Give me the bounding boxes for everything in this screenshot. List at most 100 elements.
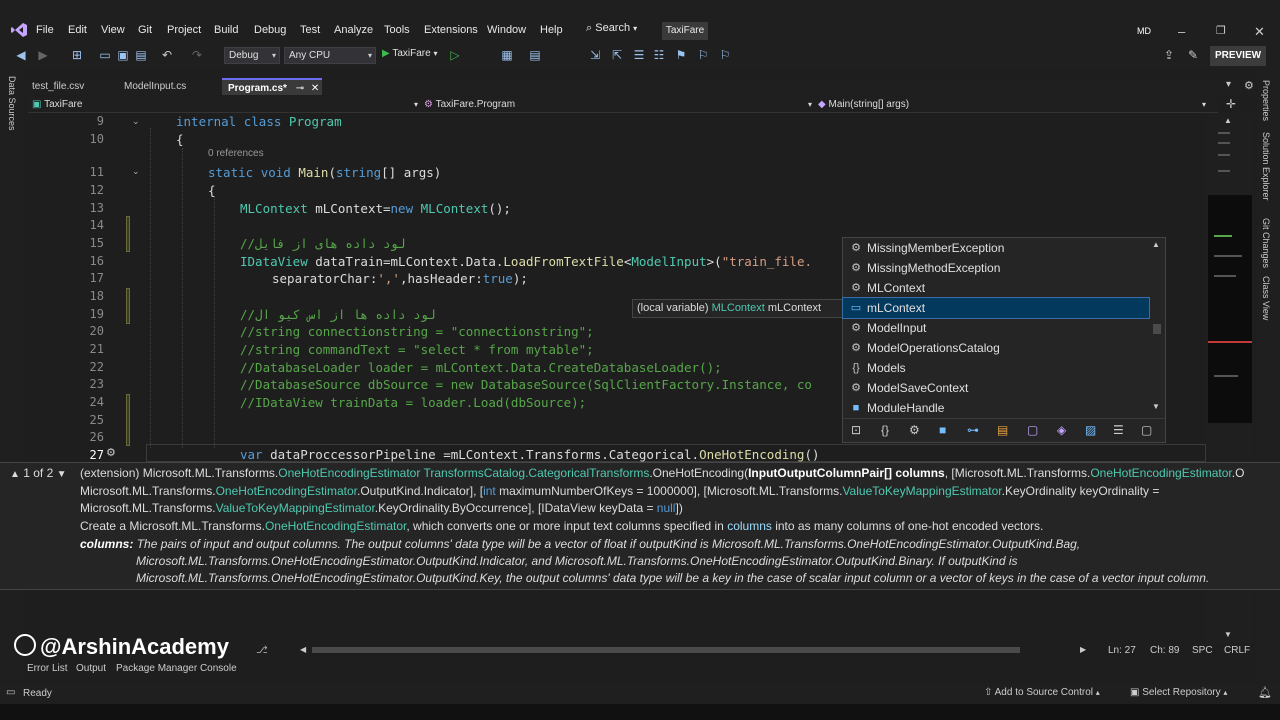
menu-build[interactable]: Build [214,24,238,36]
menu-extensions[interactable]: Extensions [424,24,478,36]
preview-button[interactable]: PREVIEW [1210,46,1266,66]
data-sources-tab[interactable]: Data Sources [7,76,17,131]
menu-project[interactable]: Project [167,24,201,36]
menu-debug[interactable]: Debug [254,24,286,36]
bookmark-icon[interactable]: ⚑ [674,48,688,62]
delegate-filter-icon[interactable]: ▢ [1027,423,1038,437]
completion-scrollbar[interactable]: ▲ ▼ [1151,240,1163,416]
line-ending-indicator[interactable]: CRLF [1224,645,1250,656]
completion-item[interactable]: ⚙ MLContext [843,278,1149,298]
completion-item[interactable]: ⚙ ModelSaveContext [843,378,1149,398]
overload-switcher[interactable]: ▲ 1 of 2 ▼ [10,466,67,480]
completion-item[interactable]: ⚙ MissingMethodException [843,258,1149,278]
quick-actions-icon[interactable]: ⚙ [106,446,116,459]
menu-tools[interactable]: Tools [384,24,410,36]
menu-window[interactable]: Window [487,24,526,36]
settings-icon[interactable]: ⚙ [1244,79,1254,92]
save-all-icon[interactable]: ▤ [134,48,148,62]
prev-bookmark-icon[interactable]: ⚐ [696,48,710,62]
minimize-icon[interactable]: – [1178,24,1185,39]
scroll-left-icon[interactable]: ◀ [300,645,306,654]
member-dropdown[interactable]: ◆ Main(string[] args) ▾ [818,97,1206,113]
menu-help[interactable]: Help [540,24,563,36]
open-file-icon[interactable]: ▭ [98,48,112,62]
completion-item[interactable]: ⚙ ModelOperationsCatalog [843,338,1149,358]
scroll-thumb[interactable] [1153,324,1161,334]
property-filter-icon[interactable]: ▨ [1085,423,1096,437]
start-without-debugging-icon[interactable]: ▷ [448,48,462,62]
struct-filter-icon[interactable]: ■ [939,423,946,437]
uncomment-icon[interactable]: ☷ [652,48,666,62]
redo-icon[interactable]: ↷ [190,48,204,62]
completion-item[interactable]: ■ ModuleHandle [843,398,1149,418]
avatar[interactable]: MD [1134,22,1154,40]
menu-test[interactable]: Test [300,24,320,36]
undo-icon[interactable]: ↶ [160,48,174,62]
platform-dropdown[interactable]: Any CPU ▾ [284,47,376,64]
step-icon[interactable]: ⇲ [588,48,602,62]
collapse-icon[interactable]: ⌄ [132,116,140,127]
namespace-filter-icon[interactable]: {} [881,423,889,437]
completion-item[interactable]: {} Models [843,358,1149,378]
type-dropdown[interactable]: ⚙ TaxiFare.Program ▾ [424,97,812,113]
visual-studio-logo-icon[interactable] [10,22,28,38]
tab-program[interactable]: Program.cs* ⊸ ✕ [222,78,322,95]
git-changes-tab[interactable]: Git Changes [1261,218,1271,268]
codelens-references[interactable]: 0 references [208,148,264,159]
select-repository-button[interactable]: ▣ Select Repository ▴ [1130,687,1227,698]
class-view-tab[interactable]: Class View [1261,276,1271,320]
scroll-down-icon[interactable]: ▼ [1152,402,1160,411]
minimap[interactable] [1208,195,1252,423]
close-icon[interactable]: ✕ [1254,24,1265,40]
git-branch-icon[interactable]: ⎇ [256,645,268,656]
method-filter-icon[interactable]: ◈ [1057,423,1066,437]
completion-item[interactable]: ⚙ ModelInput [843,318,1149,338]
line-indicator[interactable]: Ln: 27 [1108,645,1136,656]
project-dropdown[interactable]: ▣ TaxiFare ▾ [32,97,418,113]
menu-git[interactable]: Git [138,24,152,36]
indent-indicator[interactable]: SPC [1192,645,1213,656]
forward-icon[interactable]: ▶ [36,48,50,62]
menu-file[interactable]: File [36,24,54,36]
collapse-icon[interactable]: ⌄ [132,166,140,177]
expand-filter-icon[interactable]: ⊡ [851,423,861,437]
add-icon[interactable]: ✛ [1226,97,1236,111]
save-icon[interactable]: ▣ [116,48,130,62]
solution-name[interactable]: TaxiFare [662,22,708,40]
add-to-source-control-button[interactable]: ⇧ Add to Source Control ▴ [984,687,1100,698]
comment-icon[interactable]: ☰ [632,48,646,62]
horizontal-scroll-thumb[interactable] [312,647,1020,653]
intellisense-completion-list[interactable]: ⚙ MissingMemberException ⚙ MissingMethodEx… [842,237,1166,443]
class-filter-icon[interactable]: ⚙ [909,423,920,437]
completion-item[interactable]: ⚙ MissingMemberException [843,238,1149,258]
share-icon[interactable]: ⇪ [1162,48,1176,62]
prev-overload-icon[interactable]: ▲ [10,469,20,480]
interface-filter-icon[interactable]: ⊶ [967,423,979,437]
tab-overflow-icon[interactable]: ▾ [1226,79,1231,90]
configuration-dropdown[interactable]: Debug ▾ [224,47,280,64]
tab-model-input[interactable]: ModelInput.cs [118,78,218,95]
pin-icon[interactable]: ⊸ [296,83,304,94]
scroll-up-icon[interactable]: ▲ [1224,116,1232,125]
tab-test-file[interactable]: test_file.csv [26,78,116,95]
layout-icon[interactable]: ▤ [528,48,542,62]
menu-analyze[interactable]: Analyze [334,24,373,36]
snippet-filter-icon[interactable]: ☰ [1113,423,1124,437]
output-tab[interactable]: Output [76,663,106,674]
restore-icon[interactable]: ❐ [1216,24,1226,37]
solution-explorer-tab[interactable]: Solution Explorer [1261,132,1271,201]
column-indicator[interactable]: Ch: 89 [1150,645,1179,656]
properties-tab[interactable]: Properties [1261,80,1271,121]
scroll-up-icon[interactable]: ▲ [1152,240,1160,249]
error-list-tab[interactable]: Error List [27,663,68,674]
enum-filter-icon[interactable]: ▤ [997,423,1008,437]
menu-view[interactable]: View [101,24,125,36]
format-icon[interactable]: ⇱ [610,48,624,62]
feedback-icon[interactable]: ✎ [1186,48,1200,62]
target-type-filter-icon[interactable]: ▢ [1141,423,1152,437]
completion-item-selected[interactable]: ▭ mLContext [842,297,1150,319]
scroll-right-icon[interactable]: ▶ [1080,645,1086,654]
start-button[interactable]: ▶ TaxiFare ▾ [382,48,437,59]
browse-icon[interactable]: ▦ [500,48,514,62]
close-tab-icon[interactable]: ✕ [311,83,319,94]
